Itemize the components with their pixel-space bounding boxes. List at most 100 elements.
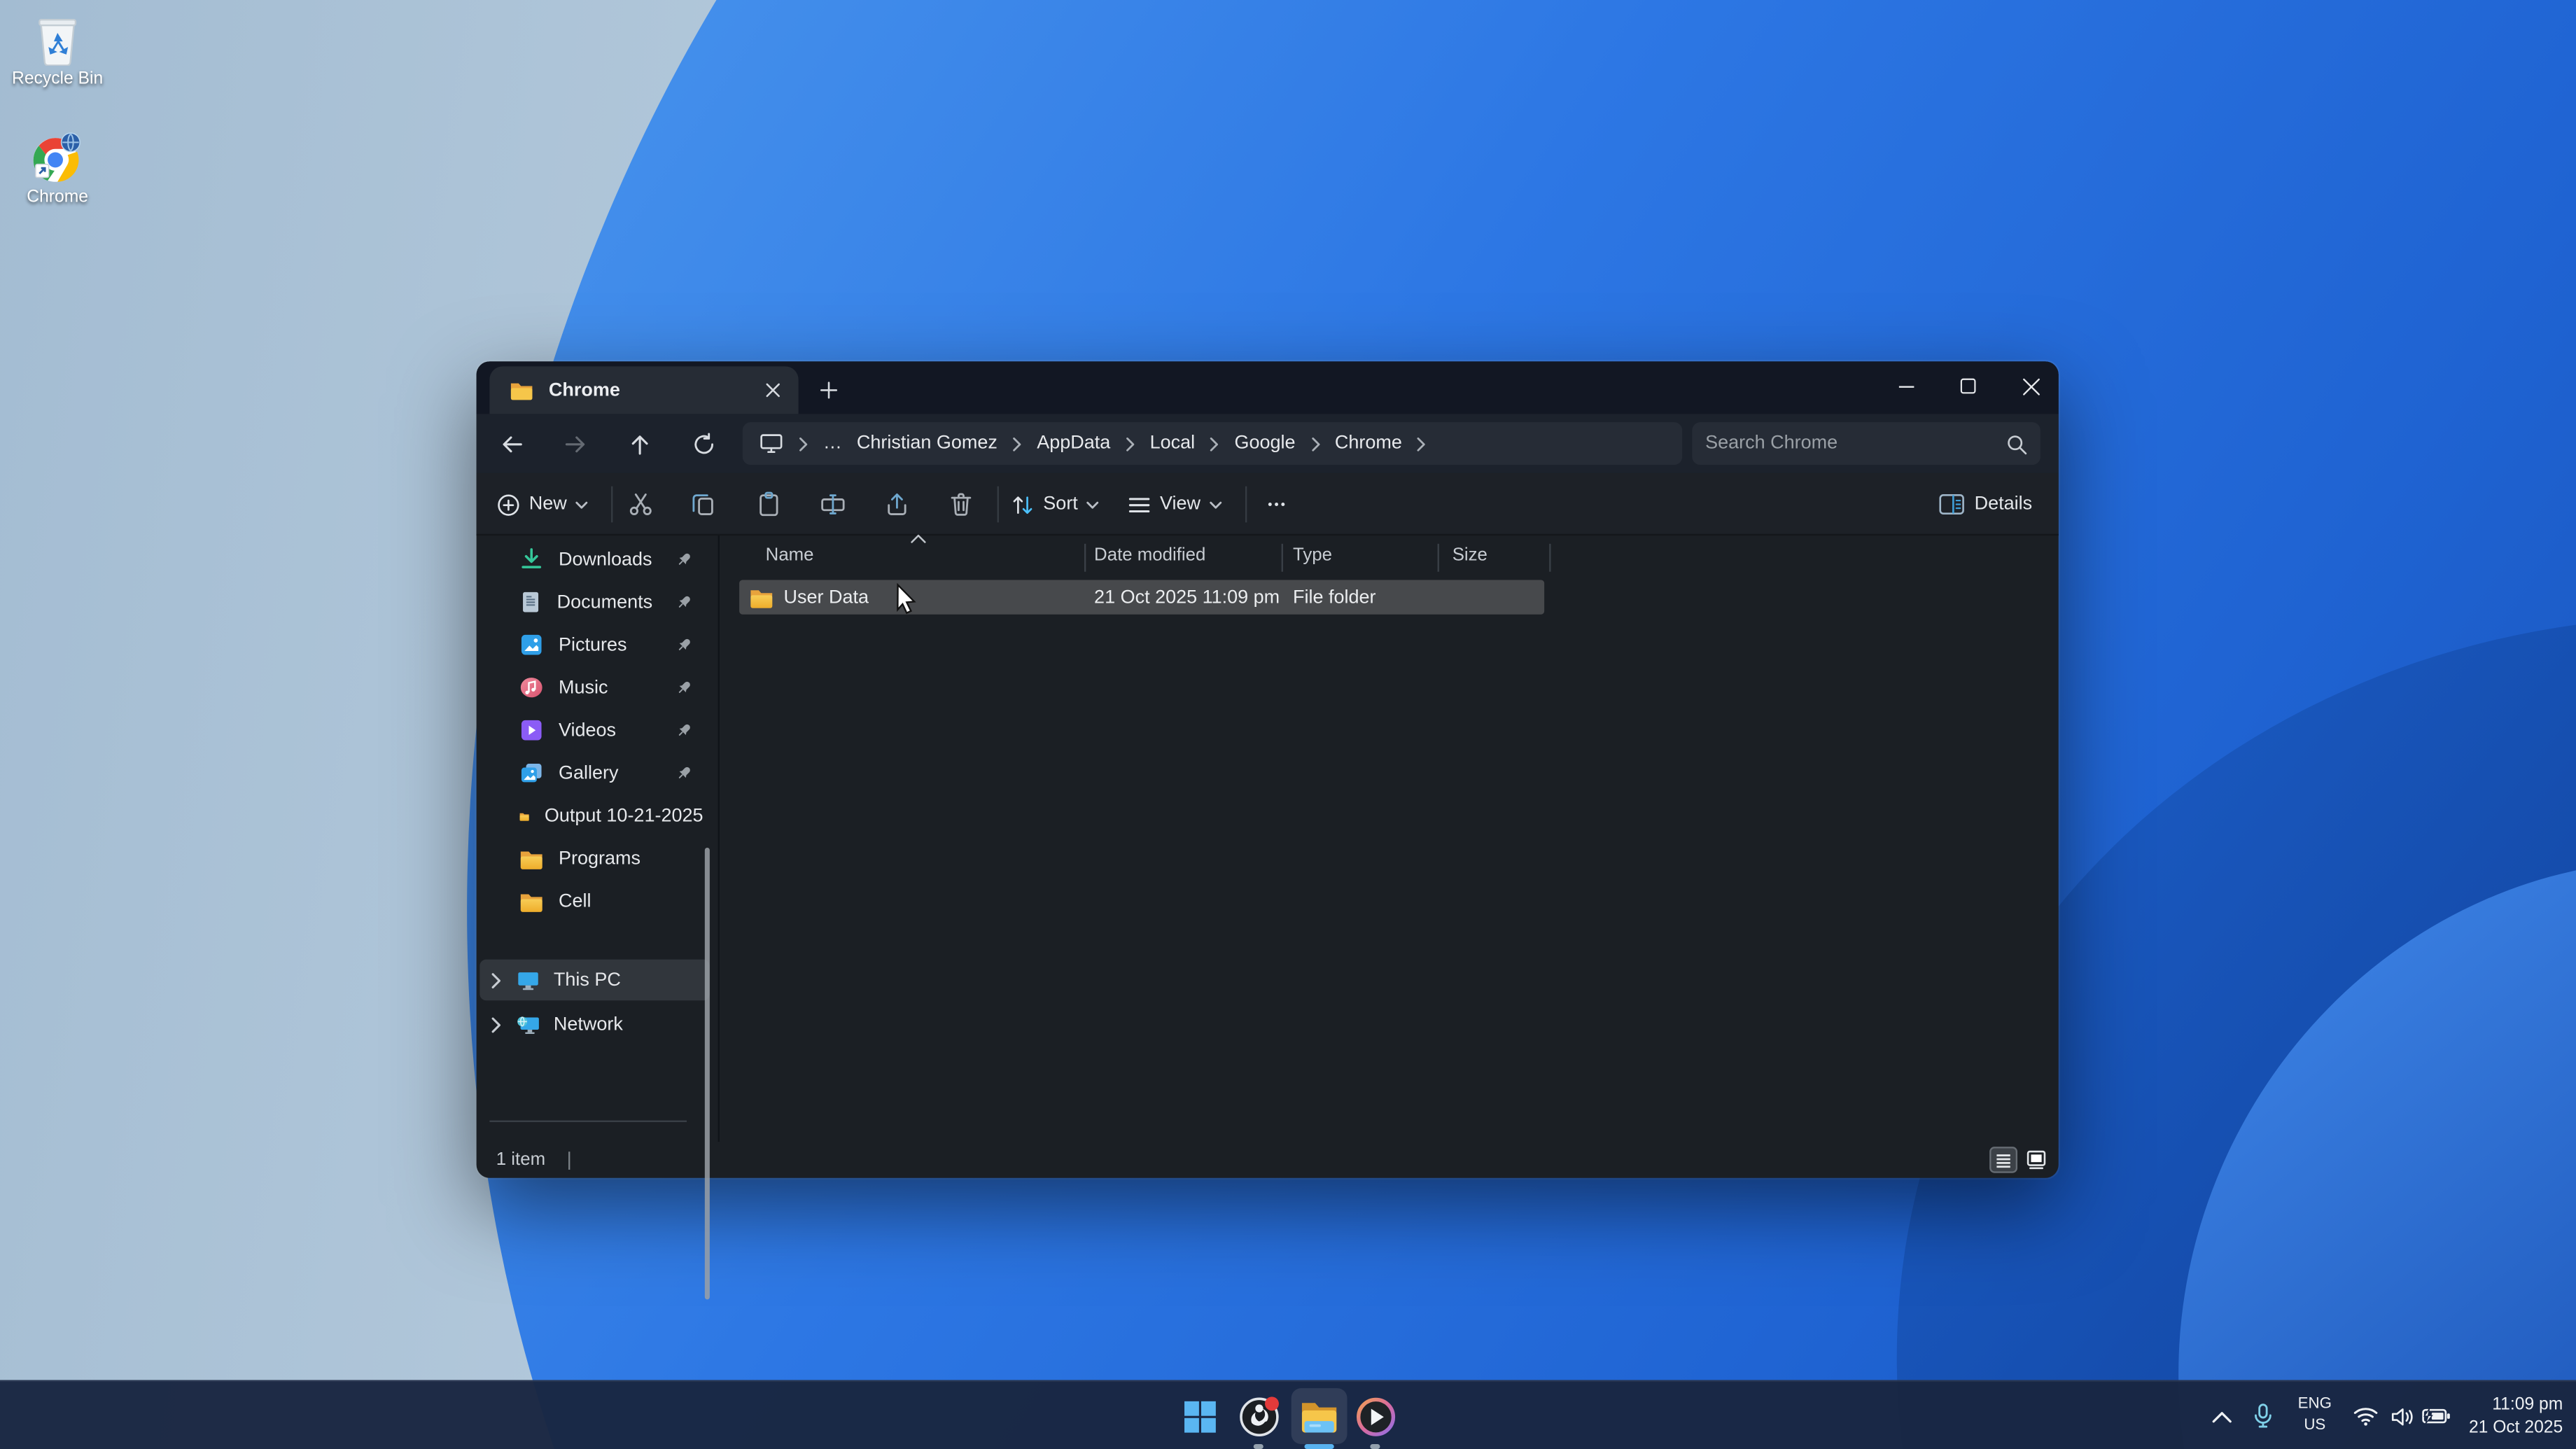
sidebar-item-folder[interactable]: Cell xyxy=(483,881,703,922)
sidebar-item-folder[interactable]: Programs xyxy=(483,838,703,879)
column-header-type[interactable]: Type xyxy=(1293,545,1332,565)
sidebar-item-pictures[interactable]: Pictures xyxy=(483,624,703,666)
address-bar: … Christian Gomez AppData Local Google C… xyxy=(477,414,2059,472)
details-label: Details xyxy=(1975,494,2033,514)
new-button[interactable]: New xyxy=(489,484,594,524)
recycle-bin-icon xyxy=(10,10,105,66)
media-player-button[interactable] xyxy=(1354,1395,1396,1438)
breadcrumb-item[interactable]: Local xyxy=(1150,434,1196,454)
sidebar-item-network[interactable]: Network xyxy=(479,1004,710,1045)
sidebar-item-this-pc[interactable]: This PC xyxy=(479,960,710,1001)
breadcrumb-overflow[interactable]: … xyxy=(823,434,842,454)
start-button[interactable] xyxy=(1178,1395,1221,1438)
chevron-right-icon xyxy=(1012,436,1022,451)
column-resize-handle[interactable] xyxy=(1084,544,1086,572)
breadcrumb-item[interactable]: Google xyxy=(1235,434,1296,454)
more-options-button[interactable] xyxy=(1255,484,1298,524)
column-header-name[interactable]: Name xyxy=(766,545,814,565)
sort-button[interactable]: Sort xyxy=(1004,484,1106,524)
column-resize-handle[interactable] xyxy=(1438,544,1439,572)
sidebar-item-label: Music xyxy=(559,678,661,697)
sidebar-scrollbar[interactable] xyxy=(705,848,709,1299)
tray-battery[interactable] xyxy=(2418,1400,2455,1433)
breadcrumb-item[interactable]: Chrome xyxy=(1335,434,1402,454)
chevron-right-icon[interactable] xyxy=(489,972,503,988)
running-indicator-active xyxy=(1304,1444,1334,1449)
file-row-user-data[interactable]: User Data 21 Oct 2025 11:09 pm File fold… xyxy=(739,580,1544,614)
breadcrumb-item[interactable]: AppData xyxy=(1037,434,1110,454)
file-name: User Data xyxy=(783,587,869,607)
language-line1: ENG xyxy=(2288,1393,2341,1415)
pin-icon xyxy=(676,636,694,654)
details-view-toggle[interactable] xyxy=(1989,1147,2017,1173)
up-button[interactable] xyxy=(616,421,662,467)
network-icon xyxy=(516,1013,540,1036)
tray-language-switcher[interactable]: ENG US xyxy=(2288,1393,2341,1436)
chevron-up-icon xyxy=(2211,1409,2232,1424)
breadcrumb-item[interactable]: Christian Gomez xyxy=(857,434,997,454)
sidebar-item-label: Programs xyxy=(559,848,704,868)
file-explorer-taskbar-button[interactable] xyxy=(1292,1388,1348,1444)
refresh-button[interactable] xyxy=(680,421,727,467)
column-header-date-modified[interactable]: Date modified xyxy=(1094,545,1205,565)
command-bar: New So xyxy=(477,473,2059,536)
sort-label: Sort xyxy=(1043,494,1078,514)
chevron-down-icon xyxy=(1209,500,1222,509)
column-resize-handle[interactable] xyxy=(1282,544,1283,572)
sidebar-item-music[interactable]: Music xyxy=(483,667,703,708)
clock-date: 21 Oct 2025 xyxy=(2469,1416,2563,1439)
search-icon[interactable] xyxy=(2006,433,2028,454)
screen: Recycle Bin Chrome xyxy=(0,0,2576,1449)
cut-button[interactable] xyxy=(616,484,665,524)
tray-clock[interactable]: 11:09 pm 21 Oct 2025 xyxy=(2469,1393,2563,1439)
tray-wifi[interactable] xyxy=(2348,1400,2384,1433)
sidebar-item-downloads[interactable]: Downloads xyxy=(483,539,703,580)
minimize-button[interactable] xyxy=(1873,361,1939,410)
desktop-icon-recycle-bin[interactable]: Recycle Bin xyxy=(10,10,105,89)
microphone-icon xyxy=(2251,1403,2273,1429)
search-input[interactable] xyxy=(1705,434,2005,454)
folder-icon xyxy=(519,847,544,870)
chevron-right-icon xyxy=(1210,436,1219,451)
desktop-icon-chrome[interactable]: Chrome xyxy=(10,128,105,207)
sidebar-item-folder[interactable]: Output 10-21-2025 xyxy=(483,795,703,836)
tab-close-icon[interactable] xyxy=(756,374,789,407)
rename-button[interactable] xyxy=(808,484,858,524)
large-icons-view-toggle[interactable] xyxy=(2022,1147,2050,1173)
obs-studio-button[interactable] xyxy=(1237,1395,1280,1438)
pictures-icon xyxy=(519,633,544,657)
this-pc-icon[interactable] xyxy=(759,432,783,455)
column-header-size[interactable]: Size xyxy=(1452,545,1488,565)
sidebar-item-videos[interactable]: Videos xyxy=(483,710,703,751)
sidebar-item-label: Documents xyxy=(557,592,661,612)
tab-chrome[interactable]: Chrome xyxy=(489,366,798,414)
pin-icon xyxy=(676,593,694,611)
tray-microphone[interactable] xyxy=(2244,1400,2281,1433)
cut-icon xyxy=(628,491,654,518)
share-button[interactable] xyxy=(872,484,921,524)
view-button[interactable]: View xyxy=(1121,484,1228,524)
tray-show-hidden-icons[interactable] xyxy=(2203,1400,2239,1433)
sidebar-item-documents[interactable]: Documents xyxy=(483,582,703,623)
tray-volume[interactable] xyxy=(2384,1400,2420,1433)
details-button[interactable]: Details xyxy=(1932,484,2039,524)
running-indicator xyxy=(1254,1444,1264,1449)
sidebar-item-gallery[interactable]: Gallery xyxy=(483,752,703,794)
file-type: File folder xyxy=(1293,587,1376,607)
maximize-button[interactable] xyxy=(1935,361,2001,410)
back-button[interactable] xyxy=(488,421,534,467)
new-tab-button[interactable] xyxy=(810,371,846,407)
downloads-icon xyxy=(519,547,544,572)
chevron-right-icon[interactable] xyxy=(489,1016,503,1032)
new-label: New xyxy=(529,494,567,514)
column-resize-handle[interactable] xyxy=(1549,544,1550,572)
copy-button[interactable] xyxy=(678,484,727,524)
pin-icon xyxy=(676,550,694,568)
close-button[interactable] xyxy=(1998,361,2064,410)
obs-icon xyxy=(1238,1396,1279,1437)
forward-button[interactable] xyxy=(552,421,598,467)
status-divider xyxy=(568,1151,570,1169)
sidebar-item-label: Network xyxy=(554,1014,623,1034)
delete-button[interactable] xyxy=(937,484,986,524)
paste-button[interactable] xyxy=(744,484,793,524)
